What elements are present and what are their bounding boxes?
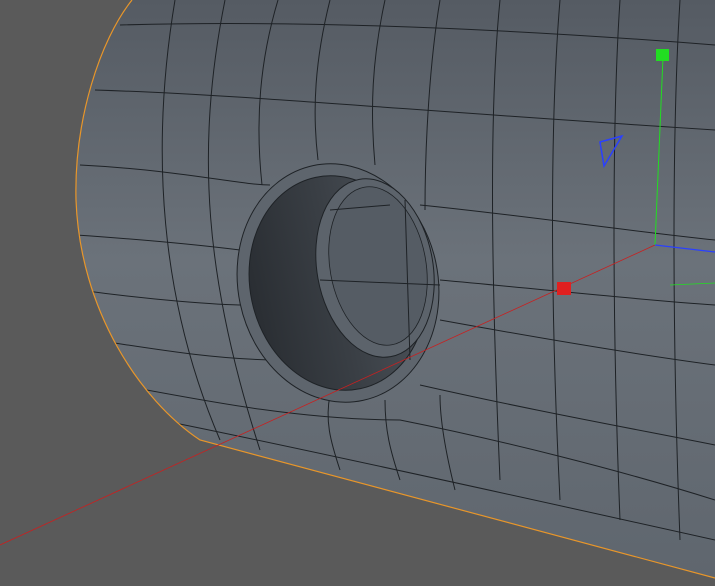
y-axis-handle[interactable] [656,49,669,61]
x-axis-handle[interactable] [557,282,571,295]
3d-viewport[interactable] [0,0,715,586]
viewport-canvas[interactable] [0,0,715,586]
